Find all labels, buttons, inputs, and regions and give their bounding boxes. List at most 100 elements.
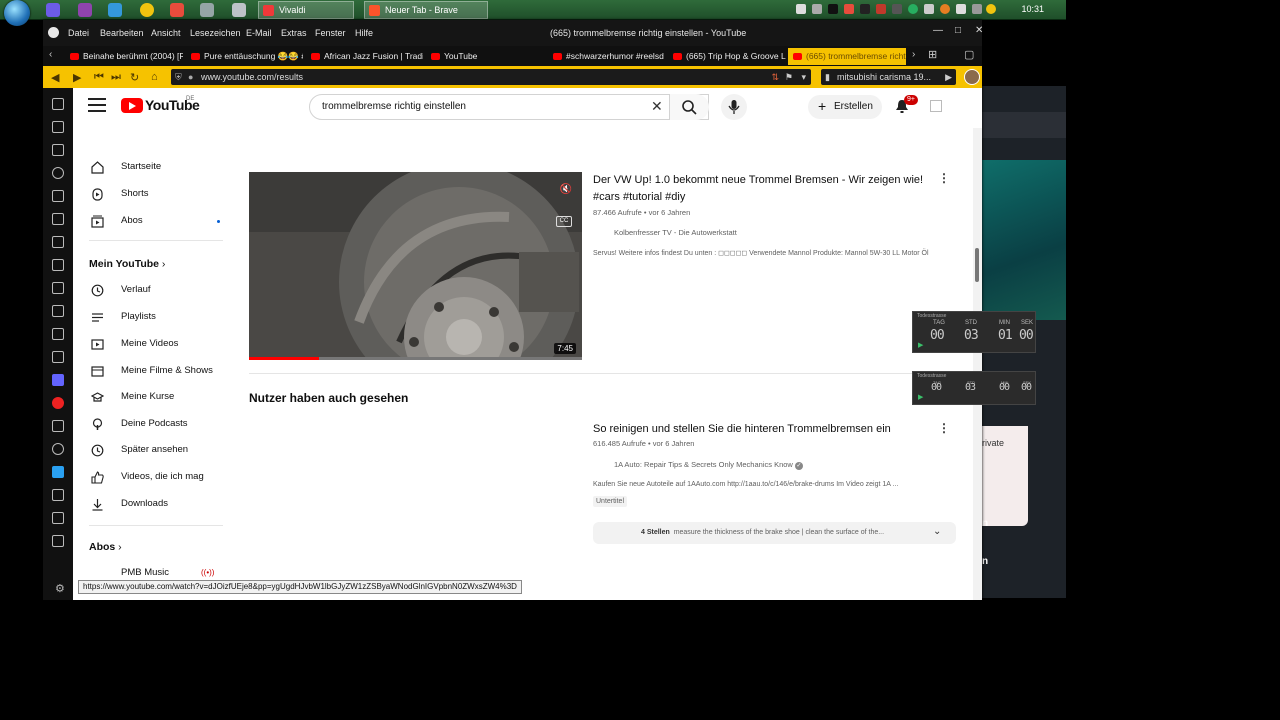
play-icon[interactable]: ▶ [918,393,923,401]
notes-panel-icon[interactable] [52,190,64,202]
more-actions-icon[interactable]: ⋮ [938,172,950,184]
browser-tab[interactable]: Pure enttäuschung 😂😂 #s [186,48,303,65]
tray-icon[interactable] [924,4,934,14]
menu-lesezeichen[interactable]: Lesezeichen [190,28,241,38]
mail-panel-icon[interactable] [52,213,64,225]
web-panel-icon[interactable] [52,466,64,478]
sidebar-item-downloads[interactable]: Downloads [89,493,168,515]
app-icon[interactable] [200,3,214,17]
tray-icon[interactable] [892,4,902,14]
fast-forward-icon[interactable]: ⏭ [111,71,121,84]
url-field[interactable]: ⛨ ● www.youtube.com/results ⇅ ⚑ ▾ [171,69,811,85]
sidebar-item-startseite[interactable]: Startseite [89,156,161,178]
countdown-timer-widget[interactable]: Todesstrasse TAG STD MIN SEK 00 03 00 00… [912,371,1036,405]
tray-icon[interactable] [940,4,950,14]
forward-icon[interactable]: ▶ [73,71,81,84]
tray-icon[interactable] [956,4,966,14]
tray-icon[interactable] [812,4,822,14]
tab-scroll-right-icon[interactable]: › [912,49,915,60]
video-title[interactable]: Der VW Up! 1.0 bekommt neue Trommel Brem… [593,172,933,206]
search-engine-field[interactable]: ▮ mitsubishi carisma 19... ▶ [821,69,956,85]
app-icon[interactable] [140,3,154,17]
sidebar-item-videos-die-ich-mag[interactable]: Videos, die ich mag [89,466,204,488]
trash-icon[interactable]: ▢ [964,48,974,61]
web-panel-icon[interactable] [52,443,64,455]
profile-avatar[interactable] [964,69,980,85]
countdown-timer-widget[interactable]: Todesstrasse TAG STD MIN SEK 00 03 01 00… [912,311,1036,353]
tab-scroll-left-icon[interactable]: ‹ [49,49,52,60]
sidebar-item-verlauf[interactable]: Verlauf [89,279,151,301]
sidebar-item-spaeter-ansehen[interactable]: Später ansehen [89,439,188,461]
hamburger-menu-icon[interactable] [88,98,106,112]
wikipedia-icon[interactable] [52,420,64,432]
mail-icon[interactable] [52,259,64,271]
taskbar-task-brave[interactable]: Neuer Tab - Brave [364,1,488,19]
sidebar-section-abos[interactable]: Abos › [89,541,122,553]
sidebar-item-podcasts[interactable]: Deine Podcasts [89,413,188,435]
tasks-icon[interactable] [52,305,64,317]
browser-tab[interactable]: #schwarzerhumor #reelsde [548,48,664,65]
contacts-icon[interactable] [52,351,64,363]
app-icon[interactable] [78,3,92,17]
taskbar-task-vivaldi[interactable]: Vivaldi [258,1,354,19]
browser-tab[interactable]: Beinahe berühmt (2004) [R [65,48,183,65]
browser-tab[interactable]: African Jazz Fusion | Traditi [306,48,423,65]
sidebar-item-playlists[interactable]: Playlists [89,306,156,328]
sidebar-section-mein-youtube[interactable]: Mein YouTube › [89,258,165,270]
app-icon[interactable] [232,3,246,17]
bookmarks-panel-icon[interactable] [52,98,64,110]
taskbar-clock[interactable]: 10:31 [1021,4,1044,14]
menu-ansicht[interactable]: Ansicht [151,28,181,38]
maximize-icon[interactable]: □ [955,25,961,36]
chevron-down-icon[interactable]: ⌄ [933,526,941,537]
add-web-panel-icon[interactable] [52,535,64,547]
video-thumbnail[interactable]: 🔇 CC 7:45 [249,172,582,360]
extension-icon[interactable]: ⇅ [771,69,779,85]
calendar-icon[interactable] [52,282,64,294]
shield-icon[interactable]: ⛨ [175,69,182,85]
menu-datei[interactable]: Datei [68,28,89,38]
mute-icon[interactable]: 🔇 [560,184,572,195]
feeds-icon[interactable] [52,328,64,340]
menu-hilfe[interactable]: Hilfe [355,28,373,38]
app-icon[interactable] [108,3,122,17]
sidebar-item-meine-kurse[interactable]: Meine Kurse [89,386,174,408]
dropdown-icon[interactable]: ▾ [801,69,806,85]
key-moments-bar[interactable]: 4 Stellen measure the thickness of the b… [593,522,956,544]
sidebar-item-meine-videos[interactable]: Meine Videos [89,333,178,355]
menu-bearbeiten[interactable]: Bearbeiten [100,28,144,38]
app-icon[interactable] [170,3,184,17]
browser-tab-active[interactable]: (665) trommelbremse richti [788,48,906,65]
search-input[interactable]: trommelbremse richtig einstellen [309,94,709,120]
web-panel-icon[interactable] [52,512,64,524]
minimize-icon[interactable]: — [933,25,943,36]
go-icon[interactable]: ▶ [945,69,952,85]
close-icon[interactable]: ✕ [975,25,983,36]
home-icon[interactable]: ⌂ [151,71,158,83]
translate-panel-icon[interactable] [52,236,64,248]
clear-search-icon[interactable]: ✕ [651,98,663,114]
scrollbar-thumb[interactable] [975,248,979,282]
back-icon[interactable]: ◀ [51,71,59,84]
reload-icon[interactable]: ↻ [130,71,139,84]
tray-icon[interactable] [876,4,886,14]
mastodon-icon[interactable] [52,374,64,386]
browser-tab[interactable]: (665) Trip Hop & Groove Lo [668,48,786,65]
youtube-logo-icon[interactable] [121,98,143,113]
reading-list-icon[interactable] [52,121,64,133]
vivaldi-menu-icon[interactable] [48,27,59,38]
sidebar-item-filme-shows[interactable]: Meine Filme & Shows [89,360,213,382]
voice-search-button[interactable] [721,94,747,120]
channel-name[interactable]: Kolbenfresser TV - Die Autowerkstatt [614,228,737,237]
tray-icon[interactable] [860,4,870,14]
tray-icon[interactable] [986,4,996,14]
sidebar-item-abos[interactable]: Abos [89,210,220,232]
new-tab-icon[interactable]: ⊞ [928,48,937,61]
browser-tab[interactable]: YouTube [426,48,543,65]
downloads-panel-icon[interactable] [52,144,64,156]
video-title[interactable]: So reinigen und stellen Sie die hinteren… [593,421,933,438]
channel-name[interactable]: 1A Auto: Repair Tips & Secrets Only Mech… [614,460,803,470]
sidebar-item-shorts[interactable]: Shorts [89,183,148,205]
app-icon[interactable] [46,3,60,17]
web-panel-icon[interactable] [52,489,64,501]
